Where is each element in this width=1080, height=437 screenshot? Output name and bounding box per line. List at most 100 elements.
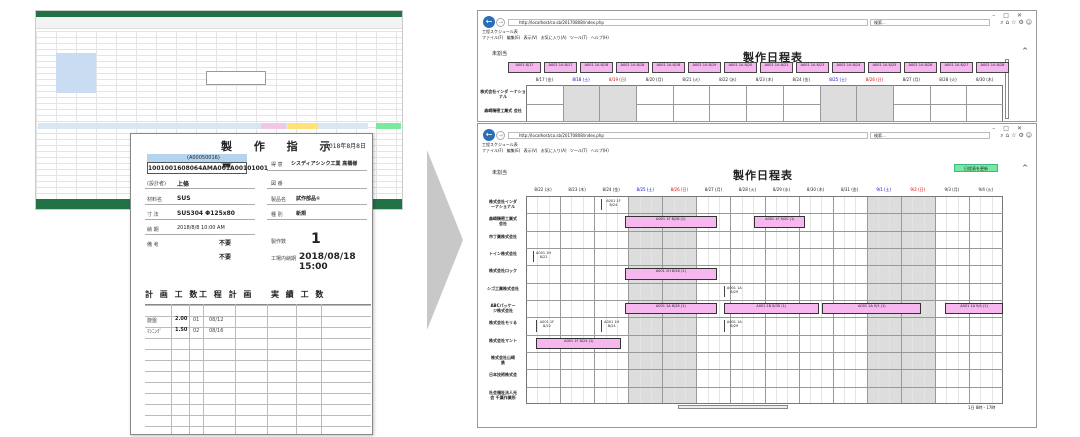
label-seihin: 製品名 [271, 197, 287, 203]
scroll-up-icon[interactable]: ^ [1022, 47, 1028, 55]
date-col-line [672, 85, 674, 121]
unassigned-tag: A001 1A 8/19 [688, 62, 721, 73]
update-schedule-button[interactable]: 日程表を更新 [954, 164, 998, 172]
date-header-cell: 8/31 (金) [840, 187, 859, 192]
menu-bar[interactable]: ファイル(F) 編集(E) 表示(V) お気に入り(A) ツール(T) ヘルプ(… [482, 148, 609, 154]
schedule-bar: A001 1A 8/28 (1) [624, 303, 717, 315]
schedule-bar: A001 1A 9/4 (1) [945, 303, 1003, 315]
divider [267, 204, 367, 205]
excel-header-row [38, 123, 368, 129]
date-header-cell: 8/22 (水) [719, 77, 737, 82]
excel-header-green [376, 123, 401, 129]
schedule-tag: A001 1F 8/22 [536, 320, 556, 332]
date-header-cell: 9/2 (日) [910, 187, 926, 192]
date-header-cell: 8/27 (月) [704, 187, 723, 192]
company-row-label: 森崎精密工業式 会社 [484, 108, 522, 113]
time-range-label: 1日 8時 - 17時 [968, 405, 996, 410]
label-suuryou: 製作数 [271, 239, 287, 245]
unassigned-tag: A001 1A 8/23 [796, 62, 829, 73]
address-bar[interactable]: http://localhost/co.sb/20170808/index.ph… [508, 132, 868, 139]
horizontal-scrollbar[interactable] [678, 405, 788, 409]
excel-ribbon[interactable] [36, 17, 402, 29]
label-sunpo: 寸 法 [147, 212, 159, 218]
doc-barcode: 1001001608064AMA001A00101001 [147, 162, 268, 174]
work-order-document: 製 作 指 示 書 2018年8月8日 (A00050016) 10010016… [130, 133, 373, 435]
row-divider [526, 300, 1003, 301]
label-biko: 備 考 [147, 242, 159, 248]
value-suuryou: 1 [311, 231, 321, 247]
doc-id-bar: (A00050016) [147, 154, 247, 162]
excel-dialog[interactable] [206, 71, 266, 85]
row2-date: 08/16 [209, 328, 224, 334]
company-row-label: 株式会社インダ ーナショナル [480, 89, 526, 99]
unassigned-tag: A001 1A 8/18 [580, 62, 613, 73]
excel-header-pink [261, 123, 286, 129]
date-header-cell: 8/23 (木) [568, 187, 586, 192]
schedule-bar: A001 1F 9/20 (1) [754, 216, 806, 228]
search-input[interactable]: 検索... [870, 19, 990, 26]
divider [145, 188, 255, 189]
date-header-cell: 8/28 (火) [939, 77, 957, 82]
date-header-cell: 8/23 (木) [755, 77, 774, 82]
window-controls[interactable]: –□✕ [992, 125, 1030, 132]
row-divider [526, 265, 1003, 267]
date-header-cell: 8/17 (金) [535, 77, 554, 82]
date-header-cell: 9/4 (火) [978, 187, 994, 192]
schedule-bar: A001 1A 9/1 (1) [822, 303, 922, 315]
date-header-cell: 8/30 (木) [806, 187, 825, 192]
forward-arrow-icon[interactable]: → [496, 18, 505, 27]
browser-window-top: –□✕ ← → http://localhost/co.sb/20170808/… [477, 10, 1037, 122]
company-row-label: 社会福祉法人光 会 千葉作業所 [489, 389, 517, 400]
back-arrow-icon[interactable]: ← [483, 16, 495, 28]
date-header-cell: 8/28 (火) [738, 187, 757, 192]
toolbar-icons[interactable]: ⌕ ⌂ ☆ ⚙ ☺ [1000, 132, 1032, 140]
date-header-cell: 8/25 (土) [636, 187, 654, 192]
date-col-line [929, 85, 931, 121]
row-divider [526, 213, 1003, 215]
value-fuyo2: 不要 [219, 254, 232, 261]
label-sekkei: (設計者) [147, 181, 166, 187]
unassigned-tag: A001 1A 8/18 [616, 62, 649, 73]
forward-arrow-icon[interactable]: → [496, 131, 505, 140]
schedule-tag: A001 1A 8/29 [723, 320, 744, 332]
unassigned-tag: A001 8/17 [508, 62, 541, 73]
address-bar[interactable]: http://localhost/co.sb/20170808/index.ph… [508, 19, 868, 26]
divider [145, 204, 255, 205]
heading-process-plan: 工 程 計 画 [199, 290, 254, 299]
company-row-label: 株式会社ロック [489, 268, 517, 274]
date-header-cell: 8/25 (土) [829, 77, 847, 82]
date-header-cell: 9/1 (土) [876, 187, 892, 192]
toolbar-icons[interactable]: ⌕ ⌂ ☆ ⚙ ☺ [1000, 19, 1032, 27]
unassigned-tag: A001 1A 8/25 [868, 62, 901, 73]
window-controls[interactable]: –□✕ [992, 12, 1030, 19]
scroll-up-icon[interactable]: ^ [1022, 164, 1028, 172]
schedule-bar: A001 1B 8/30 (1) [723, 303, 819, 315]
row-divider [526, 248, 1003, 249]
table-col-line [267, 304, 268, 434]
value-nouki: 2018/8/8 10:00 AM [177, 225, 225, 231]
back-arrow-icon[interactable]: ← [483, 129, 495, 141]
heading-plan-hours: 計 画 工 数 [145, 290, 200, 299]
schedule-bar: A001 1H 8/28 (1) [624, 268, 717, 280]
browser-window-bottom: –□✕ ← → http://localhost/co.sb/20170808/… [477, 123, 1037, 428]
row-divider [526, 369, 1003, 371]
weekend-shade [820, 86, 857, 121]
company-row-label: 株式会社インダ ーナショナル [489, 199, 517, 209]
date-header-cell: 8/27 (月) [902, 77, 920, 82]
doc-table [145, 304, 371, 434]
table-col-line [203, 304, 204, 434]
row1-process: 旋盤 [147, 318, 158, 324]
transition-arrow-icon [427, 150, 463, 330]
menu-bar[interactable]: ファイル(F) 編集(E) 表示(V) お気に入り(A) ツール(T) ヘルプ(… [482, 35, 609, 41]
row2-process: ﾏｼﾆﾝｸﾞ [147, 329, 163, 335]
value-zaishitsu: SUS [177, 195, 191, 202]
company-row-label: 森崎精密工業式 会社 [489, 216, 517, 227]
value-seihin: 試作部品① [296, 196, 321, 202]
date-header-cell: 8/21 (火) [682, 77, 700, 82]
schedule-tag: A001 1F 8/24 [600, 199, 625, 211]
row1-no: 01 [193, 317, 200, 323]
search-input[interactable]: 検索... [870, 132, 990, 139]
row-divider [526, 282, 1003, 284]
date-col-line [636, 85, 638, 121]
unassigned-label: 未割当 [492, 51, 508, 57]
